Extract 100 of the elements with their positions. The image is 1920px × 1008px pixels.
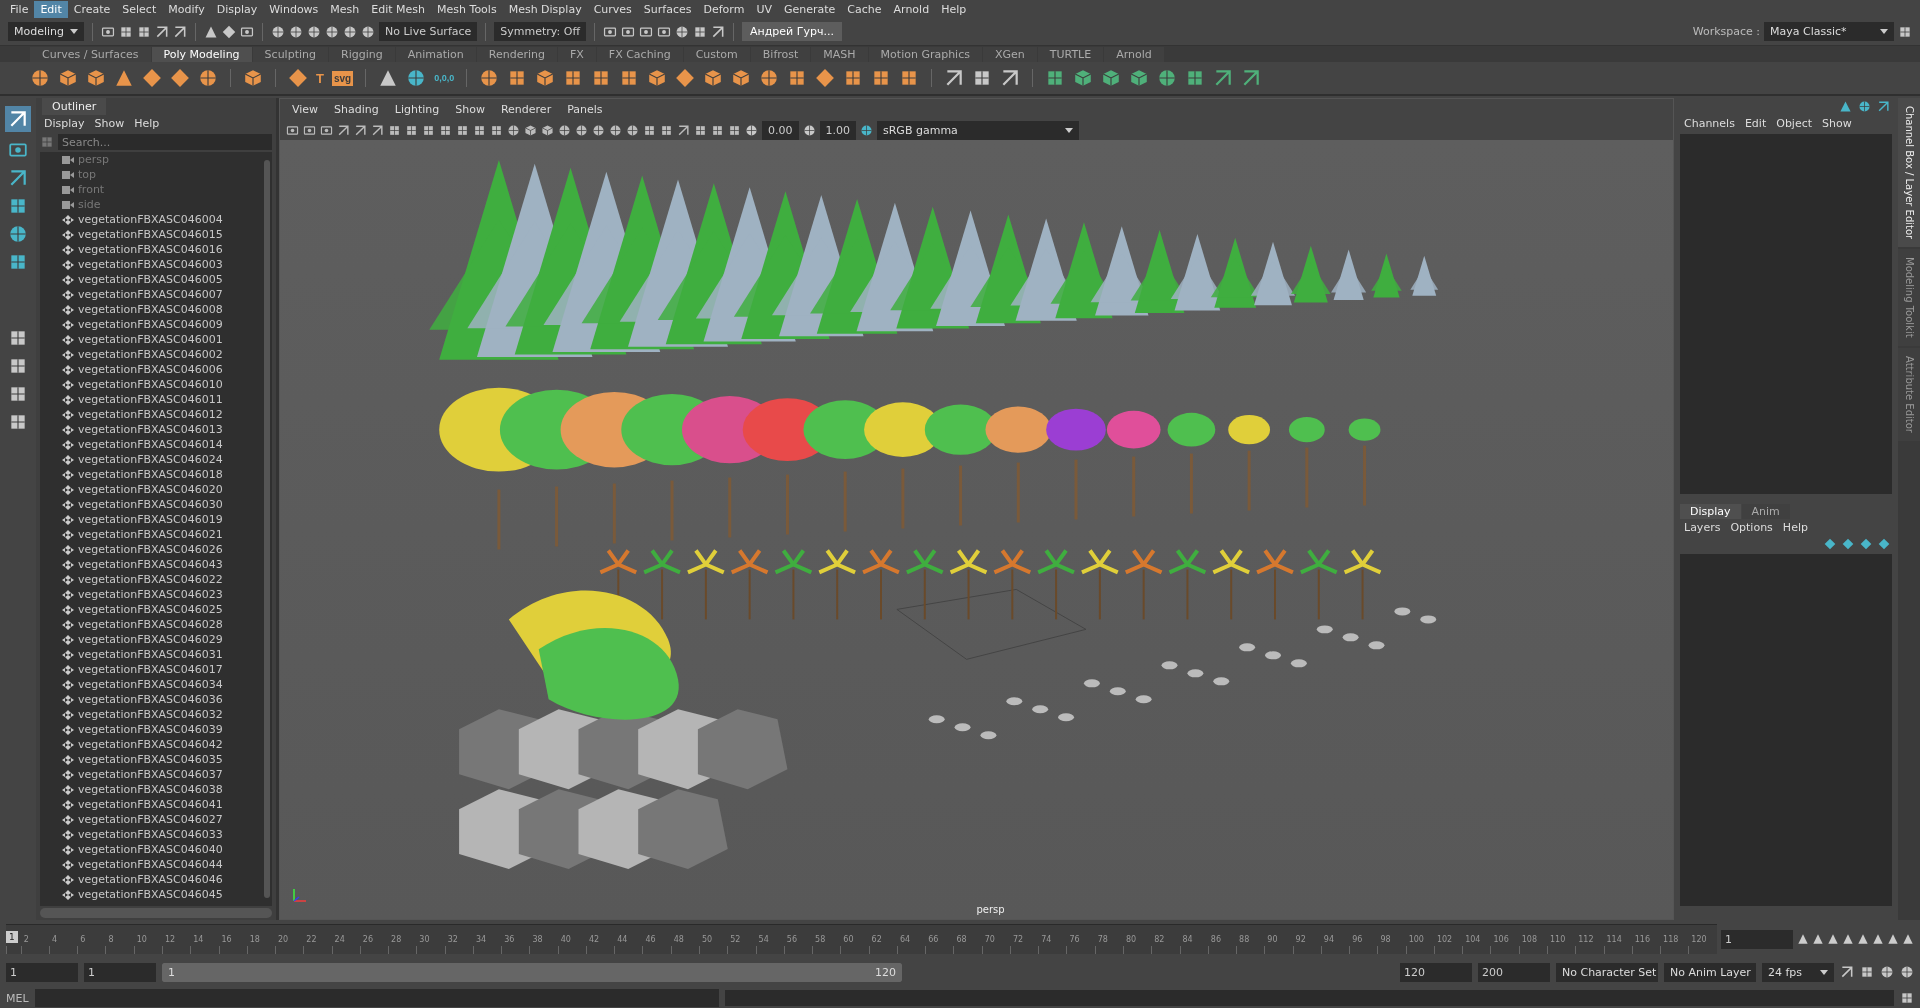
mesh-tool-icon[interactable] — [479, 68, 500, 88]
playback-icon[interactable] — [1812, 933, 1824, 945]
viewport-tool-icon[interactable] — [541, 123, 554, 137]
mesh-tool-icon[interactable] — [759, 68, 780, 88]
outliner-item[interactable]: vegetationFBXASC046041 — [78, 798, 223, 811]
menu-item[interactable]: Help — [935, 0, 973, 18]
uv-tool-icon[interactable] — [1241, 68, 1262, 88]
outliner-item[interactable]: vegetationFBXASC046002 — [78, 348, 223, 361]
viewport-tool-icon[interactable] — [609, 123, 622, 137]
outliner-item[interactable]: vegetationFBXASC046019 — [78, 513, 223, 526]
viewport-tool-icon[interactable] — [592, 123, 605, 137]
viewport-tool-icon[interactable] — [643, 123, 656, 137]
edit-tool-icon[interactable] — [1000, 68, 1021, 88]
menu-item[interactable]: Create — [67, 0, 117, 18]
outliner-item[interactable]: vegetationFBXASC046012 — [78, 408, 223, 421]
outliner-item[interactable]: vegetationFBXASC046022 — [78, 573, 223, 586]
end-frame-field[interactable]: 200 — [1478, 962, 1550, 982]
viewport-tool-icon[interactable] — [660, 123, 673, 137]
select-mode-icon[interactable] — [222, 24, 236, 39]
menu-item[interactable]: Mesh Display — [502, 0, 588, 18]
shelf-tab[interactable]: FX Caching — [596, 47, 683, 62]
menu-item[interactable]: Edit — [1744, 117, 1767, 130]
menu-item[interactable]: Cache — [841, 0, 888, 18]
layer-tool-icon[interactable] — [1842, 538, 1854, 550]
menu-item[interactable]: Show — [1822, 117, 1852, 130]
freeze-transform-button[interactable]: 0,0,0 — [434, 73, 455, 83]
outliner-item[interactable]: vegetationFBXASC046026 — [78, 543, 223, 556]
uv-tool-icon[interactable] — [1073, 68, 1094, 88]
shelf-tab[interactable]: Motion Graphics — [868, 47, 982, 62]
playback-icon[interactable] — [1902, 933, 1914, 945]
workspace-dropdown[interactable]: Maya Classic* — [1764, 22, 1894, 41]
outliner-item[interactable]: vegetationFBXASC046006 — [78, 363, 223, 376]
command-input[interactable] — [34, 989, 719, 1007]
menu-item[interactable]: Arnold — [887, 0, 936, 18]
menu-item[interactable]: Shading — [328, 101, 385, 118]
shelf-tab[interactable]: Arnold — [1104, 47, 1164, 62]
menu-item[interactable]: Modify — [162, 0, 211, 18]
playback-icon[interactable] — [1797, 933, 1809, 945]
shelf-tab[interactable]: Sculpting — [252, 47, 328, 62]
menu-item[interactable]: Show — [94, 117, 125, 130]
outliner-item[interactable]: vegetationFBXASC046007 — [78, 288, 223, 301]
outliner-item[interactable]: vegetationFBXASC046020 — [78, 483, 223, 496]
playback-icon[interactable] — [1827, 933, 1839, 945]
anim-layer-dropdown[interactable]: No Anim Layer — [1664, 962, 1756, 982]
menu-item[interactable]: Edit — [34, 0, 68, 18]
menu-item[interactable]: Mesh Tools — [431, 0, 503, 18]
user-account-button[interactable]: Андрей Гурч... — [742, 22, 842, 41]
viewport-tool-icon[interactable] — [456, 123, 469, 137]
layer-tool-icon[interactable] — [1824, 538, 1836, 550]
character-set-dropdown[interactable]: No Character Set — [1556, 962, 1658, 982]
mesh-tool-icon[interactable] — [815, 68, 836, 88]
menu-item[interactable]: Windows — [263, 0, 325, 18]
menu-item[interactable]: Help — [134, 117, 160, 130]
outliner-item[interactable]: vegetationFBXASC046027 — [78, 813, 223, 826]
menu-item[interactable]: Display — [210, 0, 264, 18]
menu-item[interactable]: Object — [1776, 117, 1813, 130]
layer-tool-icon[interactable] — [1860, 538, 1872, 550]
menu-item[interactable]: Options — [1730, 521, 1773, 534]
viewport-tool-icon[interactable] — [677, 123, 690, 137]
playback-icon[interactable] — [1857, 933, 1869, 945]
mesh-tool-icon[interactable] — [731, 68, 752, 88]
outliner-item[interactable]: vegetationFBXASC046003 — [78, 258, 223, 271]
viewport-tool-icon[interactable] — [337, 123, 350, 137]
shape-icon[interactable] — [170, 68, 190, 88]
shape-icon[interactable] — [30, 68, 50, 88]
outliner-item[interactable]: vegetationFBXASC046036 — [78, 693, 223, 706]
playback-icon[interactable] — [1872, 933, 1884, 945]
outliner-item[interactable]: vegetationFBXASC046031 — [78, 648, 223, 661]
viewport-tool-icon[interactable] — [558, 123, 571, 137]
outliner-item[interactable]: vegetationFBXASC046040 — [78, 843, 223, 856]
viewport-tool-icon[interactable] — [490, 123, 503, 137]
menu-set-dropdown[interactable]: Modeling — [8, 22, 84, 41]
uv-tool-icon[interactable] — [1213, 68, 1234, 88]
shelf-tab[interactable]: MASH — [811, 47, 868, 62]
outliner-item[interactable]: vegetationFBXASC046023 — [78, 588, 223, 601]
mesh-tool-icon[interactable] — [675, 68, 696, 88]
menu-item[interactable]: Show — [449, 101, 491, 118]
color-space-dropdown[interactable]: sRGB gamma — [877, 120, 1079, 140]
current-frame-field[interactable]: 1 — [1721, 929, 1793, 949]
menu-item[interactable]: View — [286, 101, 325, 118]
outliner-item[interactable]: vegetationFBXASC046046 — [78, 873, 223, 886]
side-tab[interactable]: Channel Box / Layer Editor — [1898, 98, 1920, 248]
viewport-tool-icon[interactable] — [422, 123, 435, 137]
playback-icon[interactable] — [1842, 933, 1854, 945]
outliner-item[interactable]: vegetationFBXASC046001 — [78, 333, 223, 346]
edit-tool-icon[interactable] — [944, 68, 965, 88]
panel-tab[interactable]: Display — [1680, 504, 1741, 519]
viewport-tool-icon[interactable] — [320, 123, 333, 137]
search-field[interactable]: Search... — [58, 134, 272, 150]
shelf-tab[interactable]: TURTLE — [1037, 47, 1104, 62]
menu-item[interactable]: Curves — [587, 0, 638, 18]
viewport-tool-icon[interactable] — [286, 123, 299, 137]
outliner-item[interactable]: vegetationFBXASC046011 — [78, 393, 223, 406]
menu-item[interactable]: UV — [750, 0, 778, 18]
shelf-tab[interactable]: Poly Modeling — [151, 47, 252, 62]
viewport-tool-icon[interactable] — [405, 123, 418, 137]
viewport-tool-icon[interactable] — [728, 123, 741, 137]
outliner-item[interactable]: vegetationFBXASC046024 — [78, 453, 223, 466]
shelf-tab[interactable]: XGen — [982, 47, 1037, 62]
outliner-item[interactable]: vegetationFBXASC046008 — [78, 303, 223, 316]
